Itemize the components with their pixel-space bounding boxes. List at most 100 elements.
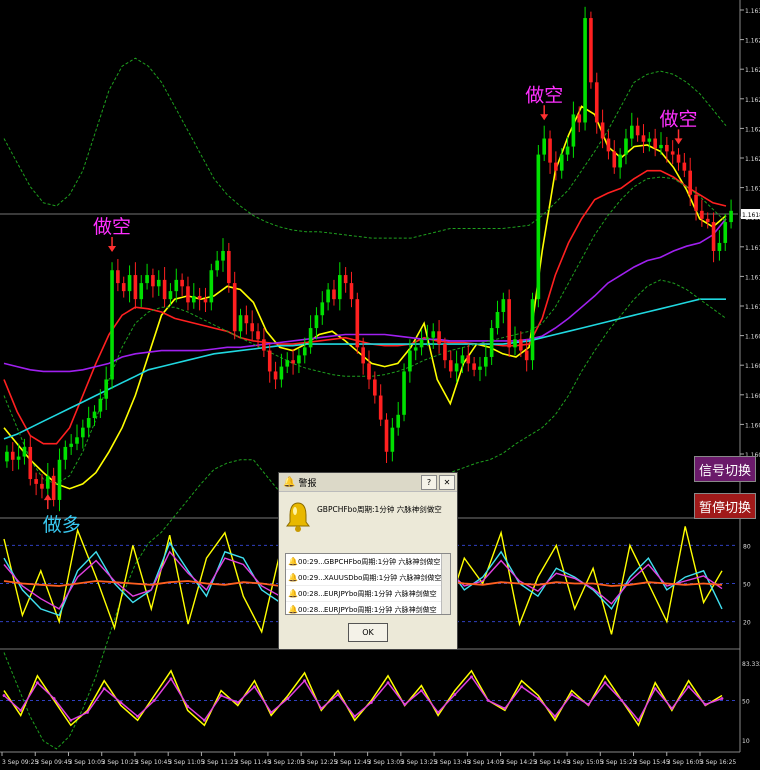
candle	[110, 262, 114, 390]
list-item[interactable]: 🔔 00:28... EURJPYbo周期:1分钟 六脉神剑做空	[286, 602, 450, 614]
signal-label: 做多	[43, 514, 81, 536]
stochastic-point	[336, 693, 340, 696]
candle-body	[665, 144, 669, 152]
oscillator-tick-label: 20	[743, 620, 751, 627]
candle-body	[431, 331, 436, 338]
pause-switch-button[interactable]: 暂停切换	[694, 493, 756, 519]
stochastic-tick-label: 83.333	[742, 661, 760, 668]
candle-body	[548, 138, 552, 163]
help-button[interactable]: ?	[421, 475, 437, 490]
candle-body	[256, 331, 260, 340]
candle-body	[232, 283, 237, 332]
candle-body	[238, 315, 243, 332]
stochastic-point	[436, 710, 440, 714]
time-tick-label: 3 Sep 11:05	[168, 759, 204, 766]
candle-body	[565, 146, 570, 155]
stochastic-point	[86, 710, 89, 714]
candle-body	[425, 337, 430, 340]
time-tick-label: 3 Sep 14:25	[501, 759, 537, 766]
candle-body	[10, 451, 15, 460]
stochastic-point	[102, 687, 106, 691]
stochastic-point	[403, 703, 407, 706]
candle-body	[641, 135, 646, 142]
candle-body	[291, 360, 295, 364]
candle-body	[413, 347, 418, 351]
dialog-title: 警报	[298, 478, 317, 489]
list-item[interactable]: 🔔 00:29... GBPCHFbo周期:1分钟 六脉神剑做空	[286, 554, 450, 570]
candle-body	[682, 162, 687, 171]
stochastic-point	[603, 681, 607, 685]
time-tick-label: 3 Sep 13:05	[368, 759, 404, 766]
candle-body	[483, 356, 488, 367]
stochastic-point	[703, 703, 707, 706]
candle-body	[635, 125, 640, 136]
candle-body	[524, 350, 529, 361]
candle-body	[402, 371, 406, 415]
candle-body	[197, 295, 202, 300]
stochastic-point	[536, 697, 540, 700]
price-tick-label: 1.16105	[745, 304, 760, 311]
oscillator-tick-label: 50	[743, 582, 751, 589]
bell-icon	[286, 502, 310, 532]
trading-chart[interactable]: 做空做空做空做空做多做多 1.163051.162851.162651.1624…	[0, 0, 760, 770]
stochastic-point	[570, 693, 574, 696]
stochastic-point	[687, 685, 691, 689]
candle-body	[694, 194, 698, 211]
candle-body	[180, 279, 184, 287]
stochastic-point	[136, 714, 139, 718]
candle-body	[495, 312, 500, 329]
candle-body	[267, 350, 272, 372]
candle-body	[133, 275, 138, 300]
candle-body	[191, 295, 196, 303]
stochastic-point	[453, 693, 457, 696]
candle-body	[121, 283, 126, 292]
candle-body	[589, 18, 593, 83]
candle-body	[273, 371, 278, 380]
candle-body	[519, 339, 523, 351]
list-item[interactable]: 🔔 00:29... XAUUSDbo周期:1分钟 六脉神剑做空	[286, 570, 450, 586]
signal-switch-button[interactable]: 信号切换	[694, 456, 756, 482]
candle-body	[209, 270, 214, 303]
signal-label: 做空	[93, 216, 131, 238]
candle-body	[571, 114, 576, 147]
stochastic-point	[286, 697, 290, 700]
list-scrollbar[interactable]	[441, 554, 450, 614]
candle-body	[110, 270, 114, 380]
stochastic-point	[169, 677, 173, 681]
candle-body	[501, 299, 506, 313]
price-tick-label: 1.16305	[745, 8, 760, 15]
stochastic-point	[19, 709, 23, 712]
price-tick-label: 1.16085	[745, 334, 760, 341]
stochastic-point	[553, 714, 557, 718]
alert-history-list[interactable]: 🔔 00:29... GBPCHFbo周期:1分钟 六脉神剑做空 🔔 00:29…	[285, 553, 451, 615]
time-tick-label: 3 Sep 16:25	[700, 759, 736, 766]
time-tick-label: 3 Sep 13:25	[401, 759, 437, 766]
bell-icon: 🔔	[288, 589, 298, 598]
candle-body	[186, 286, 190, 303]
alert-dialog: 🔔 警报 ? ✕ GBPCHFbo周期:1分钟 六脉神剑做空 🔔 00:29..…	[278, 472, 458, 650]
time-tick-label: 3 Sep 11:25	[201, 759, 237, 766]
candle-body	[676, 154, 681, 163]
candle-body	[472, 363, 476, 370]
stochastic-point	[587, 703, 590, 706]
list-item[interactable]: 🔔 00:28... EURJPYbo周期:1分钟 六脉神剑做空	[286, 586, 450, 602]
candle-body	[69, 443, 73, 447]
candle-body	[729, 210, 733, 223]
ok-button[interactable]: OK	[348, 623, 388, 642]
candle-body	[227, 250, 231, 284]
candle	[583, 6, 587, 131]
price-tick-label: 1.16265	[745, 67, 760, 74]
candle-body	[367, 363, 371, 380]
stochastic-point	[720, 697, 724, 700]
candle	[589, 11, 593, 89]
time-tick-label: 3 Sep 12:45	[334, 759, 370, 766]
candle-body	[81, 427, 85, 438]
candle-body	[244, 315, 249, 324]
candle-body	[168, 291, 173, 300]
candle-body	[688, 170, 693, 195]
stochastic-point	[319, 707, 323, 710]
stochastic-point	[303, 679, 306, 683]
candle-body	[612, 151, 617, 168]
close-button[interactable]: ✕	[439, 475, 455, 490]
candle-body	[594, 82, 599, 123]
